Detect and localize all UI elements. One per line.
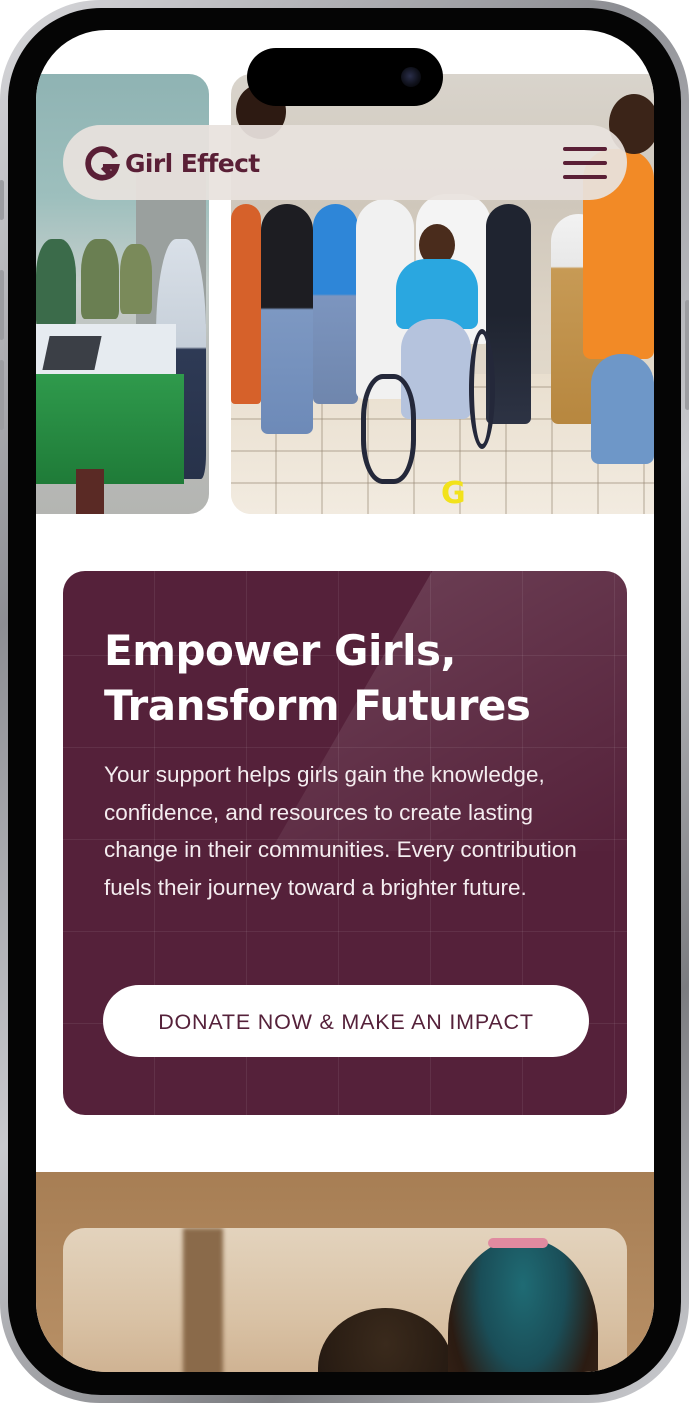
- cta-heading: Empower Girls, Transform Futures: [104, 626, 531, 730]
- photo-person: [231, 204, 261, 404]
- donate-button[interactable]: DONATE NOW & MAKE AN IMPACT: [103, 985, 589, 1057]
- photo-girl: [448, 1238, 598, 1372]
- photo-person: [261, 204, 313, 434]
- photo-person: [313, 204, 358, 404]
- cta-body: Your support helps girls gain the knowle…: [104, 762, 577, 900]
- screen: G Girl Effect Empower Girls, Transform F…: [36, 30, 654, 1372]
- photo-person: [36, 239, 76, 329]
- photo-person: [81, 239, 119, 319]
- hair-bead-detail: [488, 1238, 548, 1248]
- girl-effect-logo[interactable]: Girl Effect: [83, 143, 260, 183]
- photo-wheelchair: [469, 329, 495, 449]
- photo-laptop: [42, 336, 102, 370]
- hamburger-menu-icon[interactable]: [563, 147, 607, 179]
- action-button: [0, 180, 4, 220]
- yellow-g-logo-icon: G: [441, 476, 466, 511]
- photo-person: [591, 354, 654, 464]
- volume-up-button: [0, 270, 4, 340]
- dynamic-island: [247, 48, 443, 106]
- power-button: [685, 300, 689, 410]
- photo-girl: [318, 1308, 453, 1372]
- logo-text: Girl Effect: [125, 148, 260, 178]
- girl-effect-g-logo-icon: [85, 146, 120, 181]
- girls-portrait-photo: [63, 1228, 627, 1372]
- photo-wheelchair: [361, 374, 416, 484]
- photo-tree: [183, 1228, 223, 1372]
- photo-stand: [76, 469, 104, 514]
- volume-down-button: [0, 360, 4, 430]
- photo-person: [120, 244, 152, 314]
- photo-table-cloth: [36, 374, 184, 484]
- front-camera-icon: [401, 67, 421, 87]
- donate-cta-card: Empower Girls, Transform Futures Your su…: [63, 571, 627, 1115]
- site-header: Girl Effect: [63, 125, 627, 200]
